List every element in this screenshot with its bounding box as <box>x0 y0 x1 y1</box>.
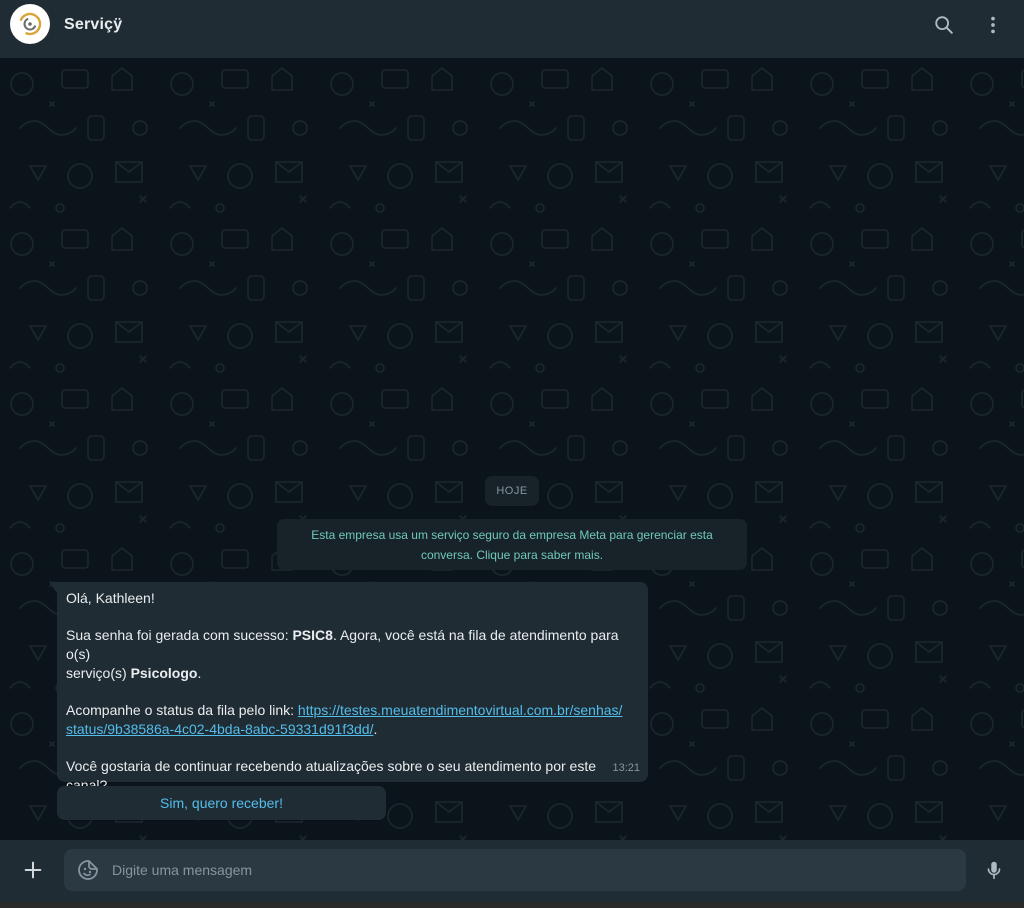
incoming-message[interactable]: Olá, Kathleen! Sua senha foi gerada com … <box>49 582 648 793</box>
logo-icon <box>18 12 42 36</box>
voice-message-button[interactable] <box>980 856 1008 884</box>
message-greeting: Olá, Kathleen! <box>66 590 155 606</box>
date-divider: HOJE <box>485 476 539 506</box>
attach-button[interactable] <box>19 856 47 884</box>
message-timestamp: 13:21 <box>612 762 640 774</box>
notice-line-2: conversa. Clique para saber mais. <box>420 548 604 562</box>
quick-reply-button[interactable]: Sim, quero receber! <box>57 786 386 820</box>
composer <box>0 840 1024 902</box>
more-vertical-icon <box>991 16 995 34</box>
message-input-box[interactable] <box>64 849 966 891</box>
message-paragraph-password: Sua senha foi gerada com sucesso: PSIC8.… <box>66 627 619 681</box>
plus-icon <box>24 861 42 879</box>
message-paragraph-link: Acompanhe o status da fila pelo link: ht… <box>66 702 623 737</box>
sticker-icon[interactable] <box>76 858 100 882</box>
search-button[interactable] <box>930 11 958 39</box>
chat-header: Serviçÿ <box>0 0 1024 58</box>
menu-button[interactable] <box>979 11 1007 39</box>
bottom-bar <box>0 902 1024 908</box>
message-input[interactable] <box>112 849 952 891</box>
service-name: Psicologo <box>130 665 198 681</box>
microphone-icon <box>987 861 1001 880</box>
contact-name[interactable]: Serviçÿ <box>64 16 122 34</box>
message-list[interactable]: HOJE Esta empresa usa um serviço seguro … <box>0 58 1024 840</box>
bubble-tail <box>49 582 57 593</box>
notice-line-1: Esta empresa usa um serviço seguro da em… <box>311 528 713 542</box>
avatar[interactable] <box>10 4 50 44</box>
whatsapp-window: Serviçÿ HOJE Esta empresa usa um serviço… <box>0 0 1024 908</box>
encryption-notice[interactable]: Esta empresa usa um serviço seguro da em… <box>277 519 747 570</box>
search-icon <box>935 16 953 34</box>
password-code: PSIC8 <box>292 627 333 643</box>
